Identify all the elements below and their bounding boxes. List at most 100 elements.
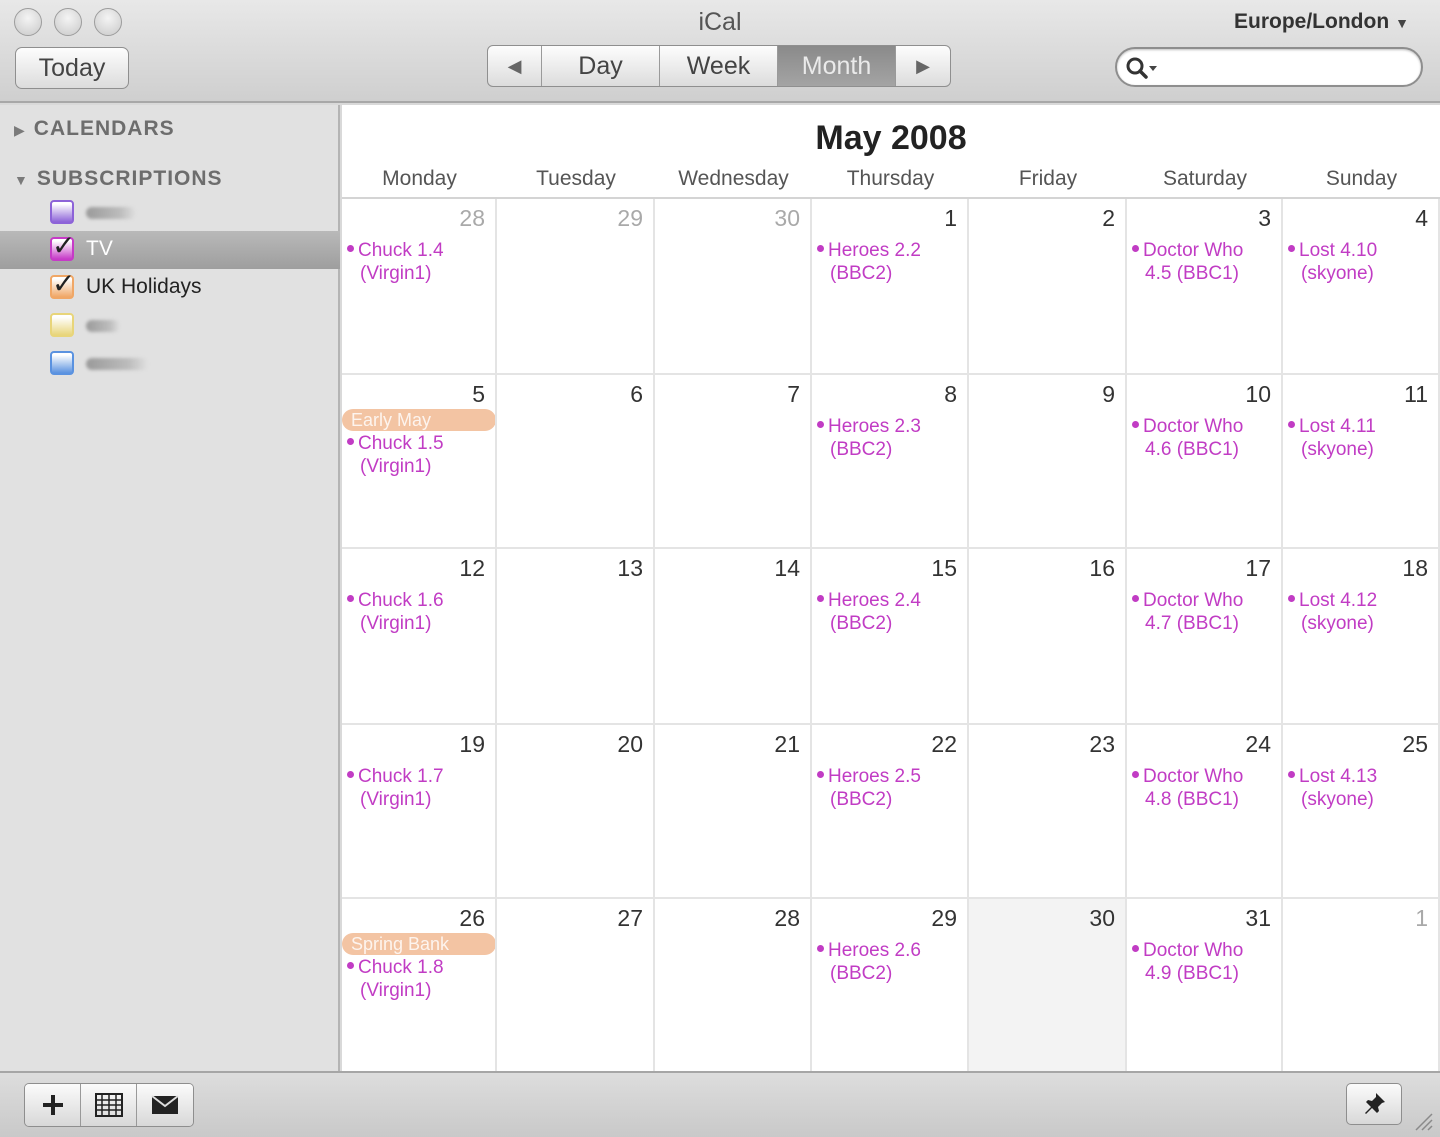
add-calendar-button[interactable] <box>25 1084 81 1126</box>
day-cell[interactable]: 22 Heroes 2.5 (BBC2) <box>812 725 969 899</box>
day-number: 22 <box>931 731 957 757</box>
tab-week[interactable]: Week <box>660 46 778 86</box>
day-number: 17 <box>1245 555 1271 581</box>
event-title: Heroes 2.2 <box>828 240 921 261</box>
window-title: iCal <box>698 8 742 36</box>
day-number: 23 <box>1089 731 1115 757</box>
timezone-menu[interactable]: Europe/London ▼ <box>1234 10 1409 34</box>
day-cell[interactable]: 19 Chuck 1.7 (Virgin1) <box>342 725 497 899</box>
previous-button[interactable]: ◀ <box>488 46 542 86</box>
calendar-event[interactable]: Doctor Who 4.7 (BBC1) <box>1132 589 1243 635</box>
calendar-event[interactable]: Doctor Who 4.8 (BBC1) <box>1132 765 1243 811</box>
search-input[interactable] <box>1115 47 1423 87</box>
calendar-event[interactable]: Heroes 2.2 (BBC2) <box>817 239 921 285</box>
day-number: 14 <box>774 555 800 581</box>
notifications-button[interactable] <box>137 1084 193 1126</box>
day-cell[interactable]: 31 Doctor Who 4.9 (BBC1) <box>1127 899 1283 1073</box>
calendar-checkbox[interactable] <box>50 313 74 337</box>
event-detail: (skyone) <box>1301 439 1374 460</box>
day-cell[interactable]: 1 <box>1283 899 1440 1073</box>
day-cell[interactable]: 25 Lost 4.13 (skyone) <box>1283 725 1440 899</box>
day-cell[interactable]: 14 <box>655 549 812 725</box>
toolbar: iCal Europe/London ▼ Today ◀ Day Week Mon… <box>0 0 1440 103</box>
calendar-event[interactable]: Doctor Who 4.5 (BBC1) <box>1132 239 1243 285</box>
day-cell[interactable]: 26 Spring Bank Chuck 1.8 (Virgin1) <box>342 899 497 1073</box>
calendar-event[interactable]: Chuck 1.4 (Virgin1) <box>347 239 444 285</box>
day-cell[interactable]: 13 <box>497 549 655 725</box>
day-number: 20 <box>617 731 643 757</box>
calendar-event[interactable]: Lost 4.13 (skyone) <box>1288 765 1377 811</box>
checkmark-icon: ✓ <box>52 230 76 261</box>
day-cell[interactable]: 28 Chuck 1.4 (Virgin1) <box>342 199 497 375</box>
calendar-event[interactable]: Chuck 1.8 (Virgin1) <box>347 956 444 1002</box>
day-cell[interactable]: 27 <box>497 899 655 1073</box>
subscription-item[interactable] <box>0 194 340 232</box>
day-cell[interactable]: 1 Heroes 2.2 (BBC2) <box>812 199 969 375</box>
day-cell[interactable]: 30 <box>655 199 812 375</box>
day-cell[interactable]: 28 <box>655 899 812 1073</box>
subscription-label: TV <box>86 237 113 260</box>
day-cell[interactable]: 18 Lost 4.12 (skyone) <box>1283 549 1440 725</box>
subscription-item[interactable] <box>0 345 340 383</box>
day-cell[interactable]: 16 <box>969 549 1127 725</box>
day-cell[interactable]: 2 <box>969 199 1127 375</box>
resize-grip-icon[interactable] <box>1410 1108 1434 1132</box>
day-cell[interactable]: 29 <box>497 199 655 375</box>
day-cell[interactable]: 8 Heroes 2.3 (BBC2) <box>812 375 969 549</box>
info-pin-button[interactable] <box>1346 1083 1402 1125</box>
arrow-right-icon: ▶ <box>916 56 930 76</box>
calendar-event[interactable]: Heroes 2.6 (BBC2) <box>817 939 921 985</box>
event-detail: 4.7 (BBC1) <box>1145 613 1239 634</box>
day-cell[interactable]: 12 Chuck 1.6 (Virgin1) <box>342 549 497 725</box>
mini-month-button[interactable] <box>81 1084 137 1126</box>
tab-month[interactable]: Month <box>778 46 896 86</box>
calendar-event[interactable]: Lost 4.12 (skyone) <box>1288 589 1377 635</box>
calendar-event[interactable]: Chuck 1.7 (Virgin1) <box>347 765 444 811</box>
event-detail: (Virgin1) <box>360 263 432 284</box>
day-cell[interactable]: 4 Lost 4.10 (skyone) <box>1283 199 1440 375</box>
day-cell[interactable]: 21 <box>655 725 812 899</box>
event-dot-icon <box>1132 421 1139 429</box>
day-cell[interactable]: 17 Doctor Who 4.7 (BBC1) <box>1127 549 1283 725</box>
event-detail: (skyone) <box>1301 789 1374 810</box>
day-cell[interactable]: 29 Heroes 2.6 (BBC2) <box>812 899 969 1073</box>
day-cell[interactable]: 15 Heroes 2.4 (BBC2) <box>812 549 969 725</box>
calendar-event[interactable]: Heroes 2.4 (BBC2) <box>817 589 921 635</box>
calendar-event[interactable]: Chuck 1.6 (Virgin1) <box>347 589 444 635</box>
calendars-section-header[interactable]: ▶ CALENDARS <box>14 117 175 141</box>
day-cell[interactable]: 30 <box>969 899 1127 1073</box>
day-cell[interactable]: 24 Doctor Who 4.8 (BBC1) <box>1127 725 1283 899</box>
today-button[interactable]: Today <box>15 47 129 89</box>
day-cell[interactable]: 6 <box>497 375 655 549</box>
day-cell[interactable]: 7 <box>655 375 812 549</box>
redacted-label <box>86 358 148 370</box>
day-cell[interactable]: 3 Doctor Who 4.5 (BBC1) <box>1127 199 1283 375</box>
day-cell[interactable]: 20 <box>497 725 655 899</box>
holiday-event[interactable]: Early May <box>342 409 495 431</box>
calendar-checkbox[interactable] <box>50 200 74 224</box>
day-number: 26 <box>459 905 485 931</box>
calendar-event[interactable]: Lost 4.10 (skyone) <box>1288 239 1377 285</box>
subscription-item[interactable]: ✓ UK Holidays <box>0 269 340 307</box>
event-dot-icon <box>817 771 824 779</box>
day-cell[interactable]: 11 Lost 4.11 (skyone) <box>1283 375 1440 549</box>
day-cell[interactable]: 5 Early May Chuck 1.5 (Virgin1) <box>342 375 497 549</box>
calendar-event[interactable]: Doctor Who 4.9 (BBC1) <box>1132 939 1243 985</box>
day-cell[interactable]: 10 Doctor Who 4.6 (BBC1) <box>1127 375 1283 549</box>
event-title: Chuck 1.5 <box>358 433 444 454</box>
subscription-item[interactable]: ✓ TV <box>0 231 340 269</box>
day-cell[interactable]: 9 <box>969 375 1127 549</box>
tab-day[interactable]: Day <box>542 46 660 86</box>
calendar-event[interactable]: Chuck 1.5 (Virgin1) <box>347 432 444 478</box>
holiday-event[interactable]: Spring Bank <box>342 933 495 955</box>
calendar-event[interactable]: Heroes 2.3 (BBC2) <box>817 415 921 461</box>
calendar-event[interactable]: Doctor Who 4.6 (BBC1) <box>1132 415 1243 461</box>
calendar-event[interactable]: Heroes 2.5 (BBC2) <box>817 765 921 811</box>
calendar-checkbox[interactable] <box>50 351 74 375</box>
subscription-item[interactable] <box>0 307 340 345</box>
subscriptions-section-header[interactable]: ▼ SUBSCRIPTIONS <box>14 167 223 191</box>
day-cell[interactable]: 23 <box>969 725 1127 899</box>
event-dot-icon <box>1288 245 1295 253</box>
calendar-event[interactable]: Lost 4.11 (skyone) <box>1288 415 1376 461</box>
next-button[interactable]: ▶ <box>896 46 950 86</box>
